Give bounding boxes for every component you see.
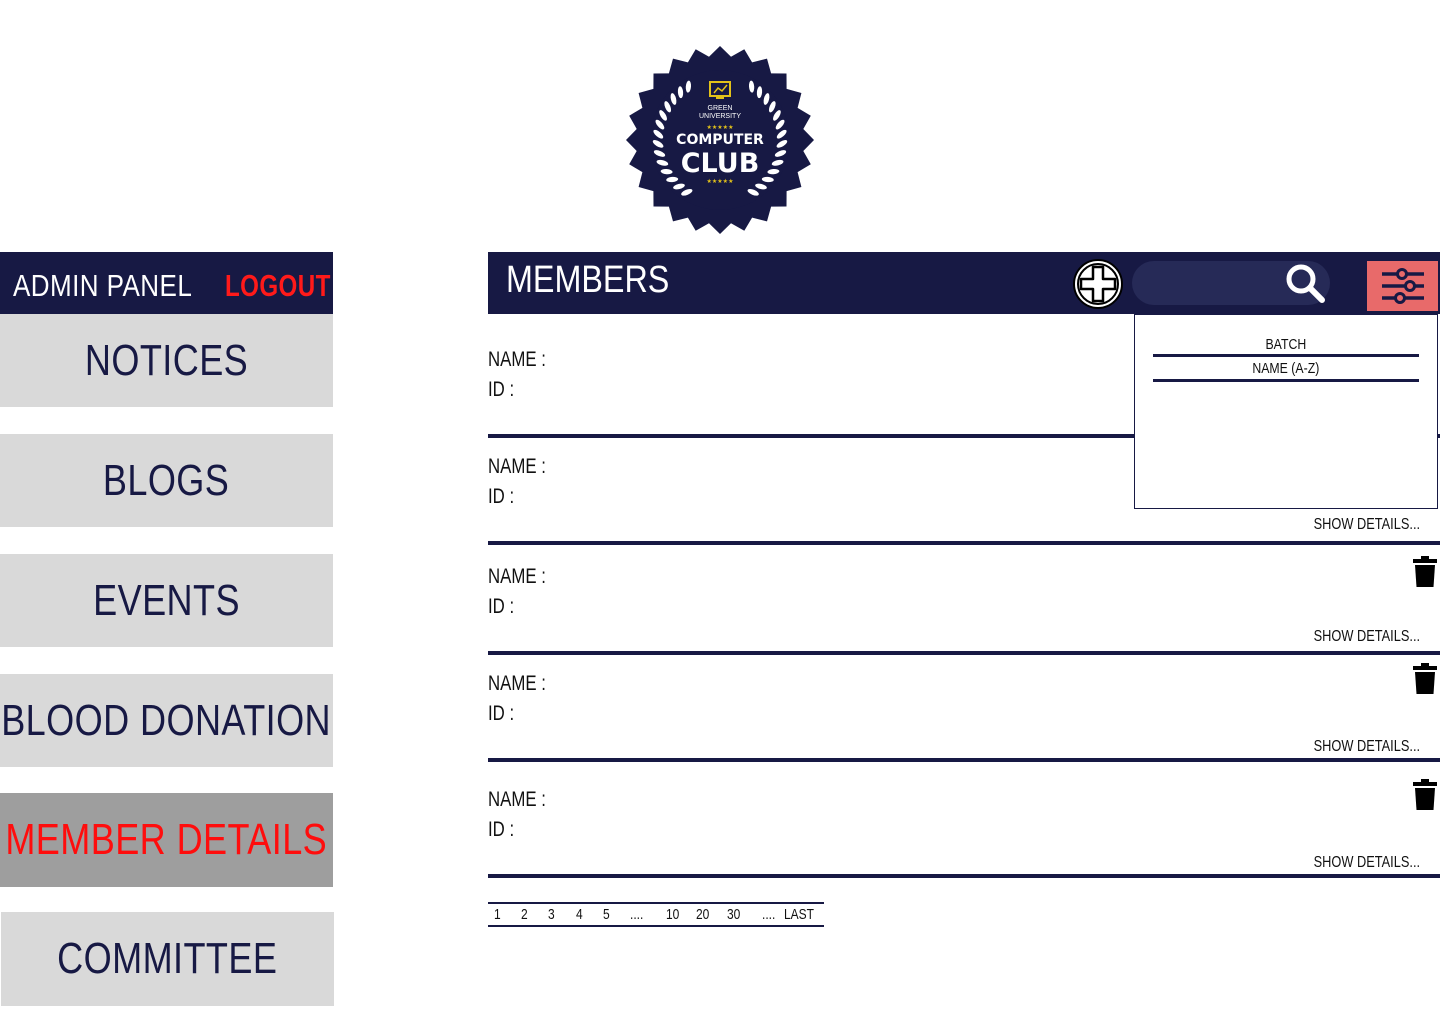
- logo-line4: CLUB: [681, 148, 760, 179]
- member-id-label: ID :: [488, 595, 515, 618]
- member-name-label: NAME :: [488, 788, 546, 811]
- member-name-label: NAME :: [488, 672, 546, 695]
- page-ellipsis: ....: [630, 906, 644, 923]
- svg-text:★★★★★: ★★★★★: [707, 178, 734, 185]
- page-link-last[interactable]: LAST: [784, 906, 814, 923]
- search-icon[interactable]: [1284, 262, 1326, 304]
- pagination-bottom-line: [488, 925, 824, 927]
- page-link-2[interactable]: 2: [521, 906, 528, 923]
- member-id-label: ID :: [488, 485, 515, 508]
- member-name-label: NAME :: [488, 348, 546, 371]
- logo-line2: UNIVERSITY: [699, 113, 741, 120]
- show-details-link[interactable]: SHOW DETAILS...: [1314, 516, 1420, 534]
- page-link-5[interactable]: 5: [603, 906, 610, 923]
- member-name-label: NAME :: [488, 455, 546, 478]
- plus-circle-icon[interactable]: [1072, 258, 1124, 310]
- member-id-label: ID :: [488, 818, 515, 841]
- sidebar-item-committee[interactable]: COMMITTEE: [1, 912, 334, 1006]
- sidebar-item-label: COMMITTEE: [57, 934, 278, 983]
- dropdown-divider: [1153, 379, 1419, 382]
- row-divider: [488, 874, 1440, 878]
- logo-line1: GREEN: [708, 105, 733, 112]
- sidebar-item-member-details[interactable]: MEMBER DETAILS: [0, 793, 333, 887]
- show-details-link[interactable]: SHOW DETAILS...: [1314, 628, 1420, 646]
- club-logo: GREEN UNIVERSITY ★★★★★ COMPUTER CLUB ★★★…: [626, 46, 814, 234]
- trash-icon[interactable]: [1412, 663, 1438, 695]
- trash-icon[interactable]: [1412, 556, 1438, 588]
- row-divider: [488, 541, 1440, 545]
- sidebar-item-label: MEMBER DETAILS: [5, 815, 328, 864]
- svg-text:★★★★★: ★★★★★: [707, 124, 734, 131]
- sidebar-item-blood-donation[interactable]: BLOOD DONATION: [0, 674, 333, 767]
- page-ellipsis: ....: [762, 906, 776, 923]
- sort-option-batch[interactable]: BATCH: [1153, 336, 1419, 353]
- sidebar-item-events[interactable]: EVENTS: [0, 554, 333, 647]
- sidebar-item-blogs[interactable]: BLOGS: [0, 434, 333, 527]
- sort-option-name[interactable]: NAME (A-Z): [1153, 360, 1419, 377]
- page-link-4[interactable]: 4: [576, 906, 583, 923]
- sidebar-item-label: NOTICES: [84, 335, 249, 385]
- row-divider: [488, 651, 1440, 655]
- logo-line3: COMPUTER: [676, 132, 764, 148]
- trash-icon[interactable]: [1412, 779, 1438, 811]
- sidebar-item-label: BLOOD DONATION: [1, 695, 332, 745]
- page-link-30[interactable]: 30: [727, 906, 740, 923]
- dropdown-divider: [1153, 354, 1419, 357]
- sidebar-item-notices[interactable]: NOTICES: [0, 314, 333, 407]
- pagination-top-line: [488, 902, 824, 904]
- row-divider: [488, 758, 1440, 762]
- page-link-1[interactable]: 1: [494, 906, 501, 923]
- page-link-20[interactable]: 20: [696, 906, 709, 923]
- member-name-label: NAME :: [488, 565, 546, 588]
- page-link-10[interactable]: 10: [666, 906, 679, 923]
- page-title: MEMBERS: [506, 259, 670, 301]
- admin-panel-title: ADMIN PANEL: [13, 268, 193, 303]
- show-details-link[interactable]: SHOW DETAILS...: [1314, 854, 1420, 872]
- filter-button[interactable]: [1367, 261, 1438, 311]
- page-link-3[interactable]: 3: [548, 906, 555, 923]
- member-id-label: ID :: [488, 378, 515, 401]
- sliders-icon: [1381, 268, 1424, 304]
- sidebar-item-label: EVENTS: [93, 575, 240, 625]
- logout-button[interactable]: LOGOUT: [225, 268, 331, 304]
- sidebar-item-label: BLOGS: [103, 455, 230, 505]
- show-details-link[interactable]: SHOW DETAILS...: [1314, 738, 1420, 756]
- member-id-label: ID :: [488, 702, 515, 725]
- sort-dropdown: BATCH NAME (A-Z): [1134, 314, 1438, 509]
